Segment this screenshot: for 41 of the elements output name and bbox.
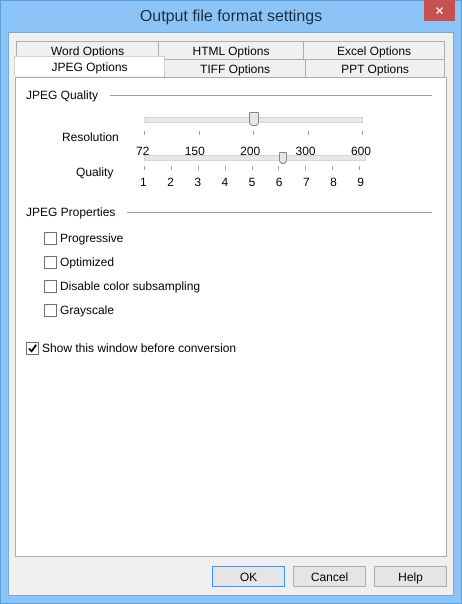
tick-label: 1 bbox=[140, 175, 147, 189]
tick-label: 8 bbox=[330, 175, 337, 189]
checkbox-label: Progressive bbox=[60, 231, 124, 245]
close-button[interactable]: ✕ bbox=[424, 0, 455, 21]
tick-label: 5 bbox=[248, 175, 256, 189]
tab[interactable]: JPEG Options bbox=[14, 56, 165, 76]
checkbox[interactable] bbox=[44, 232, 57, 244]
section-heading: JPEG Quality bbox=[26, 88, 98, 102]
window-title: Output file format settings bbox=[140, 8, 322, 26]
tick-label: 300 bbox=[296, 144, 316, 158]
tick-label: 4 bbox=[221, 175, 228, 189]
tab[interactable]: TIFF Options bbox=[164, 59, 306, 78]
checkbox[interactable] bbox=[26, 342, 39, 354]
dialog-button[interactable]: Cancel bbox=[293, 566, 366, 587]
checkbox-label: Optimized bbox=[60, 255, 114, 269]
slider-thumb[interactable] bbox=[248, 112, 258, 126]
slider-label: Quality bbox=[75, 165, 114, 181]
section-heading: JPEG Properties bbox=[26, 205, 116, 219]
checkbox-label: Disable color subsampling bbox=[60, 279, 200, 293]
dialog-button[interactable]: OK bbox=[212, 566, 285, 587]
checkbox-label: Grayscale bbox=[60, 303, 114, 317]
tick-label: 3 bbox=[194, 175, 201, 189]
tab[interactable]: HTML Options bbox=[158, 41, 304, 59]
tick-label: 9 bbox=[357, 175, 364, 189]
slider-thumb[interactable] bbox=[278, 152, 287, 164]
tick-label: 72 bbox=[136, 144, 150, 158]
tick-label: 6 bbox=[276, 175, 282, 189]
slider[interactable] bbox=[144, 112, 363, 128]
tick-label: 2 bbox=[167, 175, 174, 189]
checkbox[interactable] bbox=[44, 256, 57, 268]
tick-label: 600 bbox=[350, 144, 371, 158]
tick-label: 7 bbox=[302, 175, 310, 189]
tab[interactable]: PPT Options bbox=[305, 59, 445, 78]
checkbox-label: Show this window before conversion bbox=[42, 341, 236, 355]
checkbox[interactable] bbox=[44, 304, 57, 316]
tick-label: 150 bbox=[184, 144, 205, 158]
checkbox[interactable] bbox=[44, 280, 57, 292]
slider-label: Resolution bbox=[61, 130, 120, 146]
tab[interactable]: Excel Options bbox=[303, 41, 445, 59]
tick-label: 200 bbox=[240, 144, 260, 158]
dialog-button[interactable]: Help bbox=[374, 566, 447, 587]
